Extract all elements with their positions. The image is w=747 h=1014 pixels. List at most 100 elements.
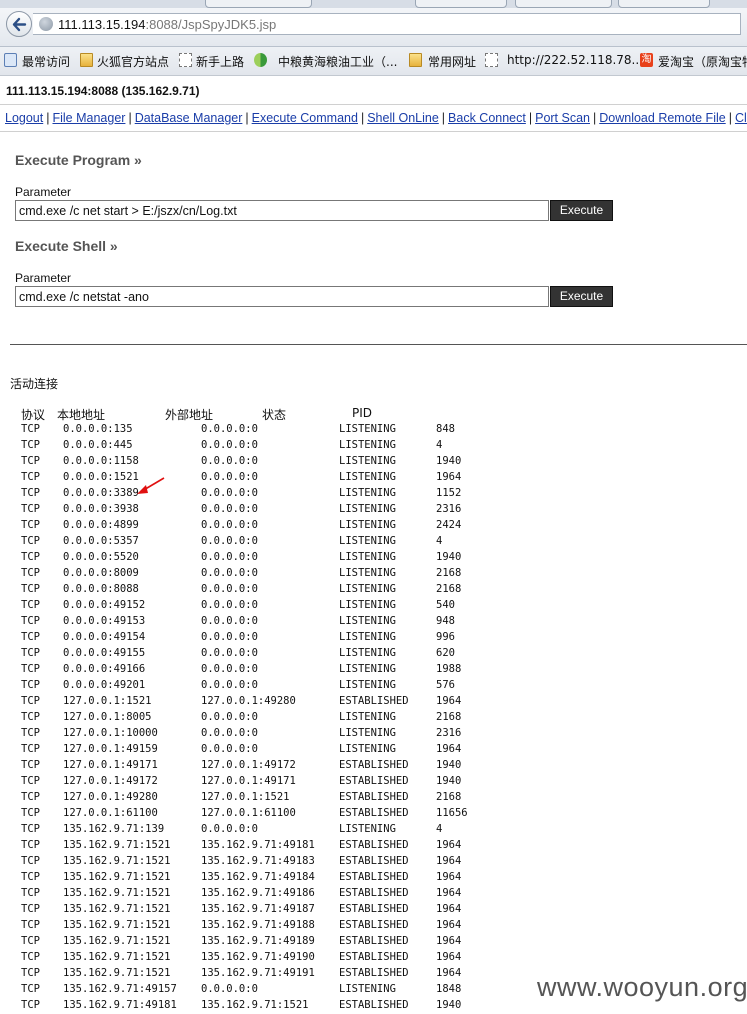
pid-cell: 848	[436, 423, 455, 435]
state-cell: ESTABLISHED	[339, 951, 409, 963]
execute-shell-button[interactable]: Execute	[550, 286, 613, 307]
menu-logout[interactable]: Logout	[5, 111, 43, 125]
protocol-cell: TCP	[21, 519, 40, 531]
local-address-cell: 127.0.0.1:49159	[63, 743, 158, 755]
protocol-cell: TCP	[21, 487, 40, 499]
protocol-cell: TCP	[21, 743, 40, 755]
protocol-cell: TCP	[21, 679, 40, 691]
address-bar[interactable]: 111.113.15.194:8088/JspSpyJDK5.jsp	[33, 13, 741, 35]
header-state: 状态	[262, 408, 287, 422]
foreign-address-cell: 0.0.0.0:0	[201, 551, 258, 563]
state-cell: LISTENING	[339, 487, 396, 499]
browser-tab[interactable]	[515, 0, 612, 8]
protocol-cell: TCP	[21, 727, 40, 739]
state-cell: LISTENING	[339, 439, 396, 451]
bookmark-item[interactable]: 常用网址	[428, 53, 476, 70]
bookmark-item[interactable]: 新手上路	[196, 53, 244, 70]
menu-download-remote-file[interactable]: Download Remote File	[599, 111, 725, 125]
foreign-address-cell: 135.162.9.71:49189	[201, 935, 315, 947]
menu-clipboard[interactable]: ClipB	[735, 111, 747, 125]
protocol-cell: TCP	[21, 423, 40, 435]
execute-program-title: Execute Program »	[15, 152, 142, 168]
local-address-cell: 0.0.0.0:49154	[63, 631, 146, 643]
pid-cell: 1940	[436, 551, 462, 563]
foreign-address-cell: 0.0.0.0:0	[201, 631, 258, 643]
menu-database-manager[interactable]: DataBase Manager	[135, 111, 243, 125]
state-cell: ESTABLISHED	[339, 775, 409, 787]
bookmark-item[interactable]: http://222.52.118.78...	[507, 53, 643, 67]
bookmark-item[interactable]: 爱淘宝（原淘宝特	[658, 53, 747, 70]
protocol-cell: TCP	[21, 663, 40, 675]
pid-cell: 1988	[436, 663, 462, 675]
protocol-cell: TCP	[21, 455, 40, 467]
menu-separator: |	[728, 111, 732, 125]
folder-icon	[80, 53, 93, 67]
state-cell: ESTABLISHED	[339, 791, 409, 803]
pid-cell: 996	[436, 631, 455, 643]
foreign-address-cell: 135.162.9.71:49184	[201, 871, 315, 883]
foreign-address-cell: 0.0.0.0:0	[201, 599, 258, 611]
state-cell: LISTENING	[339, 615, 396, 627]
menu-separator: |	[128, 111, 132, 125]
protocol-cell: TCP	[21, 439, 40, 451]
menu-back-connect[interactable]: Back Connect	[448, 111, 526, 125]
menu-port-scan[interactable]: Port Scan	[535, 111, 590, 125]
foreign-address-cell: 0.0.0.0:0	[201, 503, 258, 515]
pid-cell: 1940	[436, 775, 462, 787]
execute-program-button[interactable]: Execute	[550, 200, 613, 221]
browser-tab[interactable]	[415, 0, 507, 8]
browser-tab[interactable]	[205, 0, 312, 8]
state-cell: LISTENING	[339, 423, 396, 435]
back-button[interactable]	[6, 11, 32, 37]
menu-separator: |	[528, 111, 533, 125]
annotation-arrow-icon	[137, 477, 165, 494]
local-address-cell: 135.162.9.71:139	[63, 823, 165, 835]
pid-cell: 4	[436, 823, 443, 835]
local-address-cell: 135.162.9.71:1521	[63, 935, 171, 947]
menu-separator: |	[360, 111, 365, 125]
pid-cell: 1940	[436, 759, 462, 771]
local-address-cell: 135.162.9.71:49181	[63, 999, 177, 1011]
browser-tab[interactable]	[618, 0, 710, 8]
header-pid: PID	[352, 406, 373, 420]
local-address-cell: 135.162.9.71:49157	[63, 983, 177, 995]
bookmark-item[interactable]: 火狐官方站点	[97, 53, 169, 70]
url-host: 111.113.15.194	[58, 17, 146, 32]
local-address-cell: 0.0.0.0:445	[63, 439, 133, 451]
menu-shell-online[interactable]: Shell OnLine	[367, 111, 439, 125]
divider	[0, 131, 747, 132]
pid-cell: 1964	[436, 967, 462, 979]
bookmark-item[interactable]: 中粮黄海粮油工业（...	[278, 53, 397, 70]
state-cell: ESTABLISHED	[339, 903, 409, 915]
pid-cell: 4	[436, 535, 443, 547]
menu-execute-command[interactable]: Execute Command	[252, 111, 358, 125]
menu-file-manager[interactable]: File Manager	[52, 111, 125, 125]
url-path: :8088/JspSpyJDK5.jsp	[145, 17, 277, 32]
shell-parameter-input[interactable]	[15, 286, 549, 307]
protocol-cell: TCP	[21, 903, 40, 915]
pid-cell: 1940	[436, 999, 462, 1011]
foreign-address-cell: 127.0.0.1:49172	[201, 759, 296, 771]
pid-cell: 1964	[436, 903, 462, 915]
state-cell: LISTENING	[339, 743, 396, 755]
bookmark-item[interactable]: 最常访问	[22, 53, 70, 70]
foreign-address-cell: 0.0.0.0:0	[201, 615, 258, 627]
local-address-cell: 135.162.9.71:1521	[63, 887, 171, 899]
url-text: 111.113.15.194:8088/JspSpyJDK5.jsp	[58, 17, 276, 32]
state-cell: ESTABLISHED	[339, 871, 409, 883]
protocol-cell: TCP	[21, 647, 40, 659]
pid-cell: 1848	[436, 983, 462, 995]
program-parameter-input[interactable]	[15, 200, 549, 221]
state-cell: LISTENING	[339, 503, 396, 515]
local-address-cell: 127.0.0.1:10000	[63, 727, 158, 739]
protocol-cell: TCP	[21, 503, 40, 515]
local-address-cell: 0.0.0.0:135	[63, 423, 133, 435]
foreign-address-cell: 135.162.9.71:49183	[201, 855, 315, 867]
foreign-address-cell: 0.0.0.0:0	[201, 711, 258, 723]
s-logo-icon	[254, 53, 267, 67]
back-arrow-icon	[12, 17, 27, 32]
page-icon	[485, 53, 498, 67]
foreign-address-cell: 0.0.0.0:0	[201, 535, 258, 547]
foreign-address-cell: 0.0.0.0:0	[201, 727, 258, 739]
state-cell: LISTENING	[339, 471, 396, 483]
